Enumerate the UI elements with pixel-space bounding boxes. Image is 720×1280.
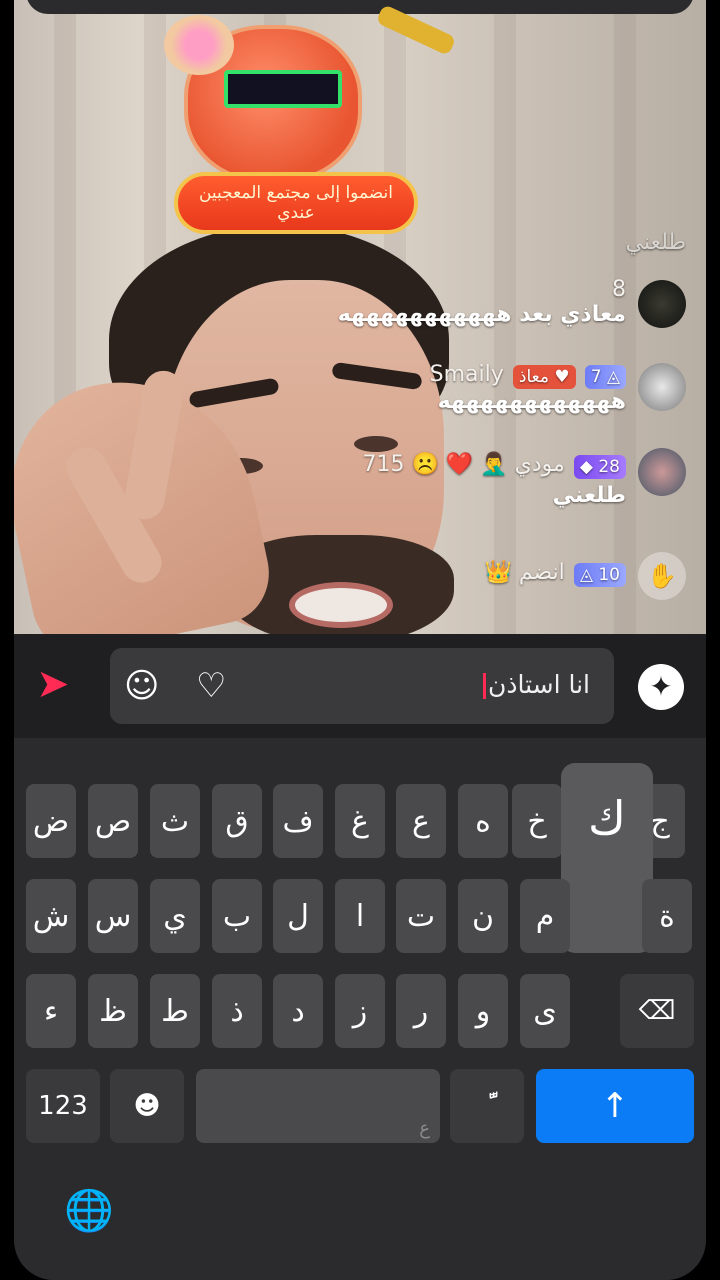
comment-item[interactable]: طلعني	[626, 230, 686, 255]
key[interactable]: ة	[642, 879, 692, 953]
key[interactable]: ي	[150, 879, 200, 953]
live-video[interactable]: انضموا إلى مجتمع المعجبين عندي طلعني 8 م…	[14, 0, 706, 634]
fan-badge-label: معاذ	[518, 366, 549, 387]
fan-badge: ♥ معاذ	[512, 364, 576, 389]
key[interactable]: ز	[335, 974, 385, 1048]
backspace-key[interactable]: ⌫	[620, 974, 694, 1048]
key[interactable]: د	[273, 974, 323, 1048]
key[interactable]: ظ	[88, 974, 138, 1048]
level-value: 10	[598, 564, 620, 585]
gift-banner-text: انضموا إلى مجتمع المعجبين عندي	[198, 183, 393, 223]
heart-icon[interactable]: ♡	[196, 666, 226, 706]
comment-item[interactable]: 8 معاذي بعد هههههههههههه	[338, 277, 626, 327]
donut-icon	[164, 15, 234, 75]
smiley-icon[interactable]: ☺	[124, 666, 159, 706]
avatar[interactable]	[638, 448, 686, 496]
wave-hand-icon[interactable]: ✋	[638, 552, 686, 600]
space-hint: ع	[419, 1118, 430, 1139]
key[interactable]: ش	[26, 879, 76, 953]
comment-item[interactable]: ◬ 7 ♥ معاذ Smaily ههههههههههههه	[430, 362, 626, 414]
eye	[354, 436, 398, 452]
diamond-icon: ◬	[606, 366, 620, 387]
backspace-icon: ⌫	[638, 996, 676, 1026]
comment-item[interactable]: 10 ◬ انضم 👑	[484, 560, 626, 587]
tanween-key[interactable]: ًّ	[450, 1069, 524, 1143]
avatar[interactable]	[638, 280, 686, 328]
text-caret	[482, 673, 486, 699]
gift-banner[interactable]: انضموا إلى مجتمع المعجبين عندي	[174, 172, 418, 234]
key[interactable]: س	[88, 879, 138, 953]
level-badge: ◬ 7	[584, 364, 626, 389]
level-badge: 28 ◆	[573, 454, 626, 479]
key[interactable]: ذ	[212, 974, 262, 1048]
key[interactable]: ص	[88, 784, 138, 858]
key[interactable]: ه	[458, 784, 508, 858]
input-value: انا استاذن	[487, 670, 590, 699]
diamond-icon: ◬	[579, 564, 593, 585]
key[interactable]: غ	[335, 784, 385, 858]
key[interactable]: ت	[396, 879, 446, 953]
comment-text: معاذي بعد هههههههههههه	[337, 302, 626, 327]
key[interactable]: ط	[150, 974, 200, 1048]
comment-username: Smaily	[429, 362, 504, 387]
key[interactable]: ض	[26, 784, 76, 858]
globe-icon[interactable]: 🌐	[64, 1186, 114, 1236]
comment-username: انضم 👑	[484, 560, 565, 585]
streamer-mouth	[289, 582, 393, 628]
send-key[interactable]: ↑	[536, 1069, 694, 1143]
level-value: 28	[598, 456, 620, 477]
comment-username: طلعني	[625, 230, 686, 255]
comment-input[interactable]: ☺ ♡ انا استاذن	[110, 648, 614, 724]
key[interactable]: ء	[26, 974, 76, 1048]
key[interactable]: ف	[273, 784, 323, 858]
comment-text: ههههههههههههه	[437, 388, 626, 414]
comment-text: طلعني	[552, 482, 626, 508]
key[interactable]: و	[458, 974, 508, 1048]
top-bar	[26, 0, 694, 14]
avatar[interactable]	[638, 363, 686, 411]
comment-input-bar: ➤ ☺ ♡ انا استاذن ✦	[14, 634, 706, 738]
arrow-up-icon: ↑	[600, 1086, 630, 1126]
send-arrow-icon[interactable]: ➤	[36, 664, 70, 704]
emoji-key[interactable]: ☻	[110, 1069, 184, 1143]
phone-screen: انضموا إلى مجتمع المعجبين عندي طلعني 8 م…	[14, 0, 706, 1280]
key[interactable]: ق	[212, 784, 262, 858]
comment-username: 8	[612, 277, 626, 302]
gift-animation	[164, 4, 457, 185]
key[interactable]: ث	[150, 784, 200, 858]
key[interactable]: ع	[396, 784, 446, 858]
space-key[interactable]: ع	[196, 1069, 440, 1143]
key[interactable]: ل	[273, 879, 323, 953]
level-badge: 10 ◬	[573, 562, 626, 587]
heart-badge-icon: ♥	[554, 366, 570, 387]
key[interactable]: ا	[335, 879, 385, 953]
comment-item[interactable]: 28 ◆ مودي 🤦‍♂️ ❤️ ☹️ 715 طلعني	[362, 452, 626, 508]
key[interactable]: ر	[396, 974, 446, 1048]
sunglasses-icon	[224, 70, 342, 108]
sparkle-icon[interactable]: ✦	[638, 664, 684, 710]
key[interactable]: ب	[212, 879, 262, 953]
emoji-keyboard-icon: ☻	[133, 1091, 161, 1121]
comment-username: مودي 🤦‍♂️ ❤️ ☹️ 715	[362, 452, 565, 477]
level-value: 7	[590, 366, 602, 387]
key[interactable]: ى	[520, 974, 570, 1048]
key[interactable]: خ	[512, 784, 562, 858]
input-text: انا استاذن	[482, 670, 590, 699]
key-popup: ك	[561, 763, 653, 953]
keyboard: ج خ ه ع غ ف ق ث ص ض ك ة م ن ت ا ل ب ي س …	[14, 738, 706, 1280]
key[interactable]: ن	[458, 879, 508, 953]
gem-icon: ◆	[579, 456, 593, 477]
key[interactable]: م	[520, 879, 570, 953]
numbers-key[interactable]: 123	[26, 1069, 100, 1143]
